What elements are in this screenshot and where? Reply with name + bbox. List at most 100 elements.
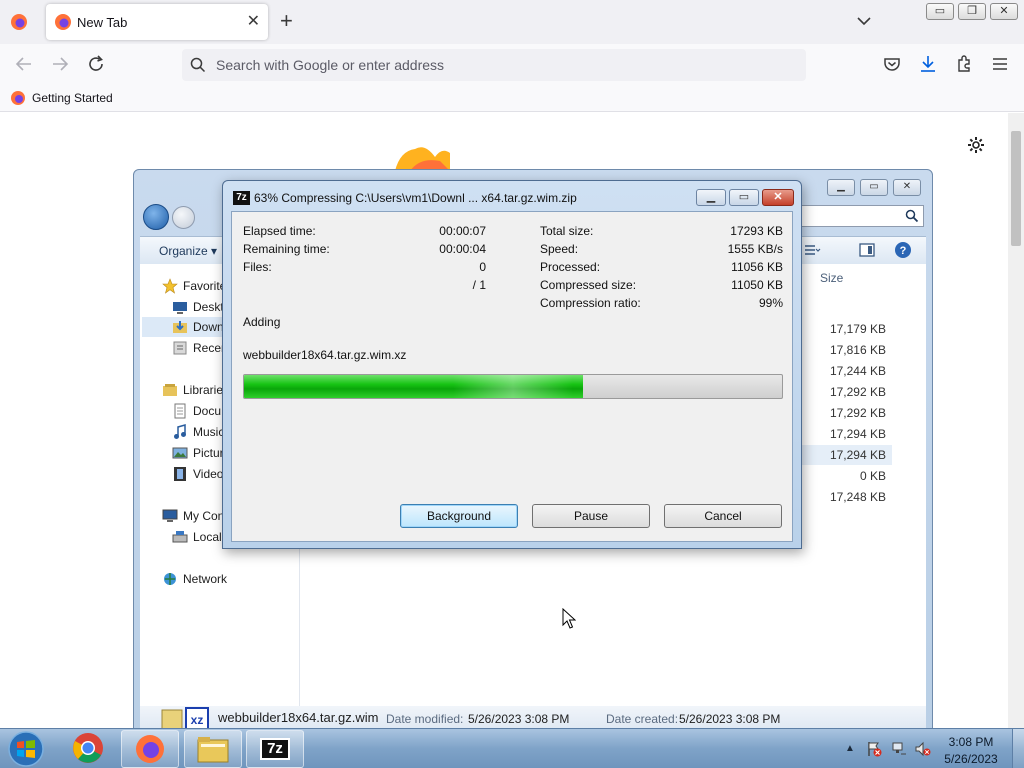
processed-label: Processed: xyxy=(540,260,601,274)
help-icon[interactable]: ? xyxy=(894,241,912,259)
progress-bar-glow xyxy=(452,375,573,398)
current-file-name: webbuilder18x64.tar.gz.wim.xz xyxy=(243,348,407,362)
remaining-time-value: 00:00:04 xyxy=(439,242,486,256)
explorer-close-button[interactable]: ✕ xyxy=(893,179,921,196)
gear-icon[interactable] xyxy=(966,135,986,155)
search-icon xyxy=(905,209,919,223)
background-button[interactable]: Background xyxy=(400,504,518,528)
libraries-icon xyxy=(163,384,177,396)
firefox-icon xyxy=(11,91,25,105)
close-window-button[interactable]: ✕ xyxy=(990,3,1018,20)
explorer-minimize-button[interactable]: ▁ xyxy=(827,179,855,196)
show-desktop-button[interactable] xyxy=(1012,729,1024,768)
cancel-button[interactable]: Cancel xyxy=(664,504,782,528)
clock-time[interactable]: 3:08 PM xyxy=(946,735,996,749)
compression-ratio-label: Compression ratio: xyxy=(540,296,641,310)
downloads-icon[interactable] xyxy=(916,52,940,76)
firefox-icon xyxy=(136,735,164,763)
explorer-forward-button[interactable] xyxy=(172,206,195,229)
action-center-warning-icon[interactable] xyxy=(866,741,882,757)
new-tab-button[interactable]: + xyxy=(280,9,293,33)
taskbar: 7z ▲ 3:08 PM 5/26/2023 xyxy=(0,728,1024,768)
compressed-size-value: 11050 KB xyxy=(731,278,783,292)
pause-button[interactable]: Pause xyxy=(532,504,650,528)
compression-ratio-value: 99% xyxy=(758,296,783,310)
operation-label: Adding xyxy=(243,315,281,329)
compression-progress-bar xyxy=(243,374,783,399)
hard-drive-icon xyxy=(172,531,188,543)
pocket-icon[interactable] xyxy=(880,52,904,76)
file-size-cell: 17,294 KB xyxy=(829,448,886,462)
firefox-view-icon[interactable] xyxy=(10,13,28,31)
dialog-minimize-button[interactable]: ▁ xyxy=(696,189,726,206)
file-size-cell: 17,294 KB xyxy=(829,427,886,441)
downloads-folder-icon xyxy=(173,321,187,333)
browser-nav-bar xyxy=(0,44,1024,84)
volume-muted-icon[interactable] xyxy=(915,741,931,757)
taskbar-explorer-button[interactable] xyxy=(184,730,242,768)
explorer-back-button[interactable] xyxy=(143,204,169,230)
date-modified-label: Date modified: xyxy=(386,712,464,726)
nav-label: My Con xyxy=(183,509,225,523)
chrome-icon[interactable] xyxy=(70,731,106,765)
nav-label: Local xyxy=(193,530,222,544)
preview-pane-icon[interactable] xyxy=(859,242,875,258)
view-options-icon[interactable] xyxy=(803,242,821,258)
svg-text:?: ? xyxy=(900,245,907,257)
recent-places-icon xyxy=(173,341,187,355)
scrollbar-thumb[interactable] xyxy=(1011,131,1021,246)
nav-label: Music xyxy=(193,425,225,439)
dialog-maximize-button[interactable]: ▭ xyxy=(729,189,759,206)
date-created-value: 5/26/2023 3:08 PM xyxy=(679,712,781,726)
file-size-cell: 17,248 KB xyxy=(829,490,886,504)
reload-icon[interactable] xyxy=(84,52,108,76)
firefox-icon xyxy=(55,14,71,30)
page-scrollbar[interactable] xyxy=(1008,113,1024,728)
file-size-cell: 17,244 KB xyxy=(829,364,886,378)
column-header-size[interactable]: Size xyxy=(820,271,843,285)
elapsed-time-value: 00:00:07 xyxy=(439,224,486,238)
address-bar[interactable] xyxy=(182,49,806,81)
restore-button[interactable]: ❐ xyxy=(958,3,986,20)
menu-icon[interactable] xyxy=(988,52,1012,76)
browser-tab-strip: New Tab ✕ + ▭ ❐ ✕ xyxy=(0,0,1024,44)
nav-label: Pictur xyxy=(193,446,224,460)
forward-arrow-icon[interactable] xyxy=(48,52,72,76)
7zip-icon: 7z xyxy=(260,738,290,760)
file-size-cell: 0 KB xyxy=(859,469,886,483)
total-size-value: 17293 KB xyxy=(730,224,783,238)
url-input[interactable] xyxy=(216,55,776,75)
processed-value: 11056 KB xyxy=(731,260,783,274)
close-tab-icon[interactable]: ✕ xyxy=(247,11,260,31)
chevron-down-icon[interactable] xyxy=(855,12,873,30)
documents-icon xyxy=(174,403,186,419)
7zip-icon: 7z xyxy=(233,191,250,205)
music-icon xyxy=(174,424,186,439)
nav-label: Librarie xyxy=(183,383,224,397)
compressed-size-label: Compressed size: xyxy=(540,278,637,292)
file-size-cell: 17,179 KB xyxy=(829,322,886,336)
bookmark-label: Getting Started xyxy=(32,91,113,105)
nav-label: Deskt xyxy=(193,300,224,314)
explorer-maximize-button[interactable]: ▭ xyxy=(860,179,888,196)
organize-menu[interactable]: Organize ▾ xyxy=(159,244,217,258)
extensions-icon[interactable] xyxy=(952,52,976,76)
files-total-value: / 1 xyxy=(472,278,486,292)
show-hidden-icons-button[interactable]: ▲ xyxy=(845,743,855,754)
taskbar-firefox-button[interactable] xyxy=(121,730,179,768)
clock-date[interactable]: 5/26/2023 xyxy=(941,752,1001,766)
nav-label: Video xyxy=(193,467,224,481)
start-button[interactable] xyxy=(4,730,48,768)
tab-new-tab[interactable]: New Tab ✕ xyxy=(46,4,268,40)
elapsed-time-label: Elapsed time: xyxy=(243,224,316,238)
minimize-button[interactable]: ▭ xyxy=(926,3,954,20)
taskbar-7zip-button[interactable]: 7z xyxy=(246,730,304,768)
dialog-title: 63% Compressing C:\Users\vm1\Downl ... x… xyxy=(254,191,577,205)
files-label: Files: xyxy=(243,260,272,274)
search-icon xyxy=(190,57,206,73)
dialog-close-button[interactable]: ✕ xyxy=(762,189,794,206)
pictures-icon xyxy=(172,447,188,459)
network-status-icon[interactable] xyxy=(891,741,907,757)
back-arrow-icon[interactable] xyxy=(12,52,36,76)
explorer-search-input[interactable] xyxy=(794,205,924,227)
